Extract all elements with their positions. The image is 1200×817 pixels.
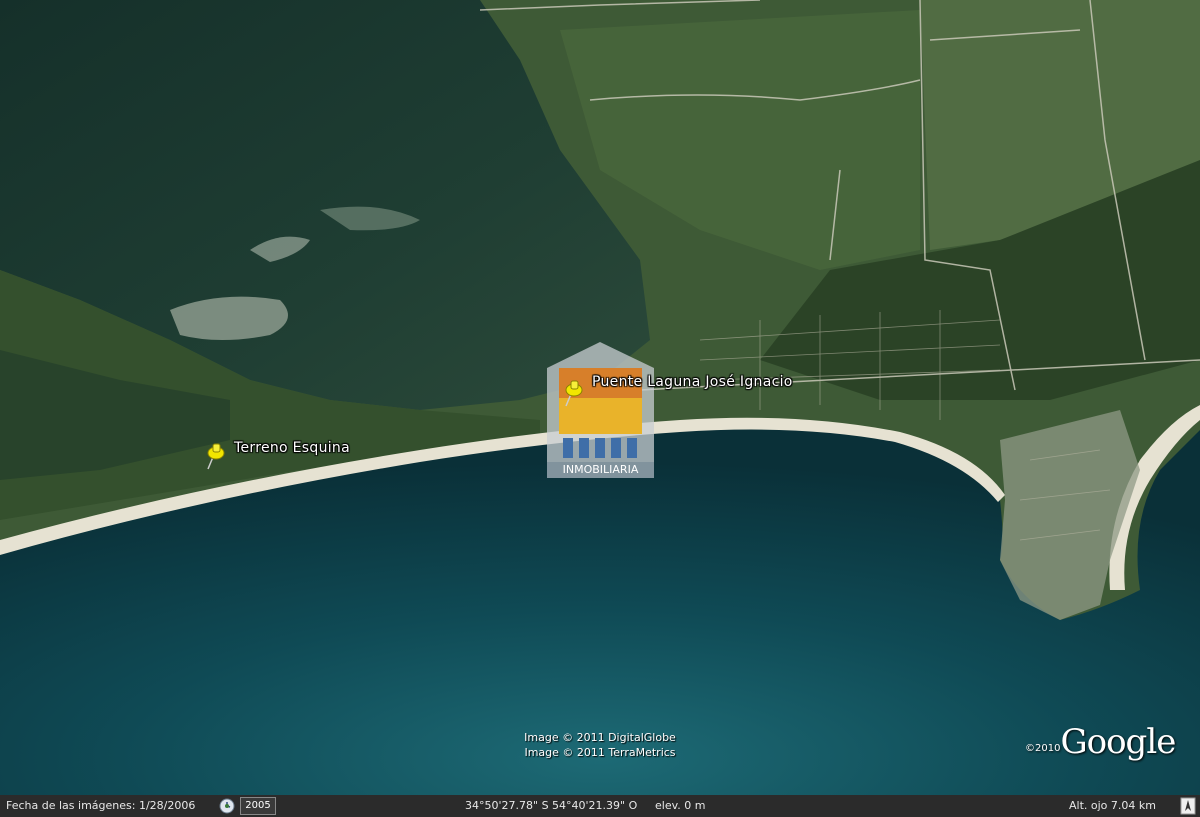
eye-altitude-readout: Alt. ojo 7.04 km (1069, 799, 1156, 812)
logo-year: ©2010 (1025, 743, 1061, 754)
elevation-readout: elev. 0 m (655, 799, 706, 812)
placemark-label-puente[interactable]: Puente Laguna José Ignacio (592, 374, 793, 390)
status-bar: Fecha de las imágenes: 1/28/2006 2005 34… (0, 795, 1200, 817)
historical-year-button[interactable]: 2005 (240, 797, 276, 815)
pointer-coordinates: 34°50'27.78" S 54°40'21.39" O (465, 799, 638, 812)
yellow-pushpin-icon[interactable] (559, 378, 585, 408)
compass-icon[interactable] (1180, 797, 1196, 815)
real-estate-watermark: INMOBILIARIA (547, 342, 654, 478)
google-logo: ©2010Google (1025, 722, 1176, 762)
placemark-label-terreno[interactable]: Terreno Esquina (234, 440, 350, 456)
credit-line: Image © 2011 DigitalGlobe (524, 731, 676, 744)
historical-imagery-clock-icon[interactable] (219, 798, 235, 814)
credit-line: Image © 2011 TerraMetrics (524, 746, 676, 759)
yellow-pushpin-icon[interactable] (201, 441, 227, 471)
logo-word: Google (1060, 722, 1176, 762)
watermark-label: INMOBILIARIA (547, 462, 654, 478)
satellite-map[interactable]: INMOBILIARIA Terreno Esquina Puente Lagu… (0, 0, 1200, 817)
imagery-credits: Image © 2011 DigitalGlobe Image © 2011 T… (500, 730, 700, 760)
imagery-date: Fecha de las imágenes: 1/28/2006 (6, 799, 196, 812)
